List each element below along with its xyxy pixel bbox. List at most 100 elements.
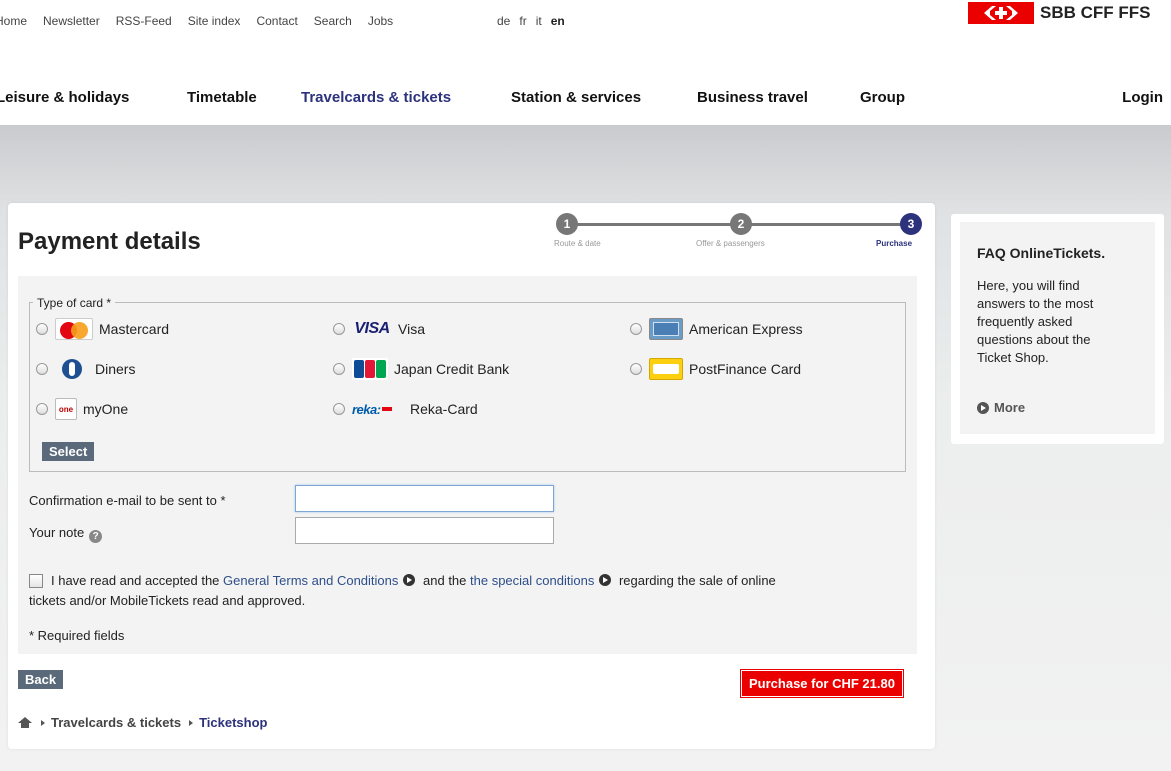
language-switcher: de fr it en [497,14,574,28]
radio-amex[interactable] [630,323,642,335]
step-3-label: Purchase [876,239,913,248]
help-icon[interactable]: ? [89,530,103,543]
purchase-button[interactable]: Purchase for CHF 21.80 [741,670,903,697]
breadcrumb-separator-icon [41,719,45,726]
terms-line2: tickets and/or MobileTickets read and ap… [29,593,306,608]
note-label-text: Your note [29,525,85,540]
terms-suffix: regarding the sale of online [618,573,776,588]
radio-postfinance[interactable] [630,363,642,375]
breadcrumb-travelcards[interactable]: Travelcards & tickets [51,715,181,730]
special-conditions-link[interactable]: the special conditions [470,573,594,588]
main-nav: Leisure & holidays Timetable Travelcards… [0,89,1171,111]
lang-de[interactable]: de [497,14,510,28]
postfinance-icon [649,358,683,380]
arrow-circle-icon[interactable] [599,574,612,586]
top-bar: Home Newsletter RSS-Feed Site index Contact S… [0,0,1171,40]
nav-business-travel[interactable]: Business travel [697,89,808,106]
sbb-arrows-icon [984,6,1018,20]
step-1-dot: 1 [556,213,578,235]
card-label-myone: myOne [83,401,129,417]
amex-icon [649,318,683,340]
home-icon[interactable] [18,717,32,728]
myone-icon: one [55,398,77,420]
radio-diners[interactable] [36,363,48,375]
breadcrumb: Travelcards & tickets Ticketshop [18,715,267,730]
visa-icon: VISA [354,320,390,337]
radio-myone[interactable] [36,403,48,415]
meta-nav: Home Newsletter RSS-Feed Site index Contact S… [0,14,409,28]
required-fields-note: * Required fields [29,628,125,643]
general-terms-link[interactable]: General Terms and Conditions [223,573,398,588]
back-button[interactable]: Back [18,670,64,689]
card-label-mastercard: Mastercard [99,321,170,337]
step-2-label: Offer & passengers [696,239,765,248]
arrow-circle-icon [977,401,989,414]
faq-text: Here, you will find answers to the most … [977,278,1094,365]
nav-station-services[interactable]: Station & services [511,89,641,106]
note-field-label: Your note? [29,525,103,543]
card-label-amex: American Express [689,321,803,337]
nav-timetable[interactable]: Timetable [187,89,257,106]
card-option-reka[interactable]: reka: Reka-Card [333,398,478,420]
terms-checkbox[interactable] [29,574,43,588]
page-title: Payment details [18,228,201,255]
card-option-visa[interactable]: VISA Visa [333,318,425,340]
step-3-dot: 3 [900,213,922,235]
lang-fr[interactable]: fr [519,14,526,28]
payment-form: Type of card * Mastercard VISA Visa Amer… [18,276,917,654]
card-option-diners[interactable]: Diners [36,358,135,380]
terms-text: I have read and accepted the General Ter… [29,571,909,611]
radio-mastercard[interactable] [36,323,48,335]
meta-link-jobs[interactable]: Jobs [368,14,393,28]
card-label-postfinance: PostFinance Card [689,361,802,377]
reka-icon: reka: [352,398,404,420]
meta-link-site-index[interactable]: Site index [188,14,241,28]
meta-link-home[interactable]: Home [0,14,27,28]
meta-link-rss[interactable]: RSS-Feed [116,14,172,28]
email-input[interactable] [295,485,554,512]
note-input[interactable] [295,517,554,544]
sbb-logo-mark-icon [968,2,1034,24]
faq-more-label: More [994,400,1026,415]
card-option-postfinance[interactable]: PostFinance Card [630,358,801,380]
card-label-diners: Diners [95,361,136,377]
meta-link-newsletter[interactable]: Newsletter [43,14,100,28]
nav-group[interactable]: Group [860,89,905,106]
terms-middle: and the [423,573,467,588]
card-type-legend: Type of card * [33,296,116,310]
email-field-label: Confirmation e-mail to be sent to * [29,493,226,508]
faq-more-link[interactable]: More [977,400,1025,415]
card-option-amex[interactable]: American Express [630,318,803,340]
select-card-button[interactable]: Select [42,442,95,461]
card-label-jcb: Japan Credit Bank [394,361,510,377]
card-label-visa: Visa [398,321,425,337]
jcb-icon [352,358,388,380]
card-option-mastercard[interactable]: Mastercard [36,318,169,340]
card-label-reka: Reka-Card [410,401,478,417]
meta-link-search[interactable]: Search [314,14,352,28]
arrow-circle-icon[interactable] [403,574,416,586]
terms-acceptance: I have read and accepted the General Ter… [29,571,909,611]
breadcrumb-separator-icon [189,719,194,726]
lang-en[interactable]: en [551,14,565,28]
progress-steps: 1 2 3 Route & date Offer & passengers Pu… [554,211,924,251]
radio-visa[interactable] [333,323,345,335]
meta-link-contact[interactable]: Contact [256,14,297,28]
sbb-logo[interactable]: SBB CFF FFS [968,2,1151,24]
radio-jcb[interactable] [333,363,345,375]
faq-title: FAQ OnlineTickets. [977,245,1106,261]
card-option-myone[interactable]: one myOne [36,398,128,420]
diners-icon [55,358,89,380]
login-link[interactable]: Login [1122,89,1163,106]
nav-travelcards-tickets[interactable]: Travelcards & tickets [301,89,451,106]
nav-leisure-holidays[interactable]: Leisure & holidays [0,89,129,106]
radio-reka[interactable] [333,403,345,415]
lang-it[interactable]: it [536,14,542,28]
card-option-jcb[interactable]: Japan Credit Bank [333,358,509,380]
breadcrumb-ticketshop[interactable]: Ticketshop [199,715,267,730]
step-2-dot: 2 [730,213,752,235]
mastercard-icon [55,318,93,340]
step-1-label: Route & date [554,239,601,248]
sbb-logo-text: SBB CFF FFS [1040,3,1151,22]
terms-prefix: I have read and accepted the [51,573,220,588]
